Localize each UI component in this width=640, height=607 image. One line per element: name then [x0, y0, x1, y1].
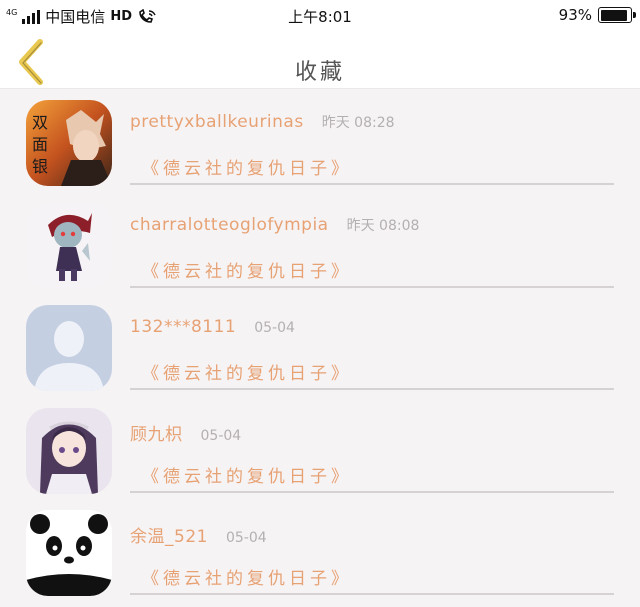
username[interactable]: 132***8111: [130, 317, 236, 337]
status-bar: 4G 中国电信 HD 上午8:01 93%: [0, 0, 640, 32]
username[interactable]: 顾九枳: [130, 420, 183, 445]
default-user-avatar-icon: [26, 305, 112, 391]
avatar[interactable]: [26, 305, 112, 391]
meta-line: prettyxballkeurinas 昨天 08:28: [130, 112, 395, 132]
username[interactable]: prettyxballkeurinas: [130, 112, 304, 132]
status-time: 上午8:01: [288, 8, 352, 26]
book-title[interactable]: 《德云社的复仇日子》: [142, 359, 352, 384]
username[interactable]: charralotteoglofympia: [130, 215, 329, 235]
meta-line: 余温_521 05-04: [130, 522, 267, 547]
timestamp: 05-04: [254, 320, 295, 336]
timestamp: 05-04: [225, 530, 267, 546]
avatar[interactable]: [26, 510, 112, 596]
game-figure-avatar-icon: [26, 202, 112, 289]
favorites-list: 双 面 银 prettyxballkeurinas 昨天 08:28 《德云社的…: [0, 90, 640, 603]
divider: [130, 388, 614, 390]
timestamp: 昨天 08:08: [346, 217, 420, 234]
anime-character-avatar-icon: 双 面 银: [26, 100, 112, 186]
list-item[interactable]: charralotteoglofympia 昨天 08:08 《德云社的复仇日子…: [0, 193, 640, 296]
list-item[interactable]: 余温_521 05-04 《德云社的复仇日子》: [0, 500, 640, 603]
divider: [130, 285, 614, 288]
battery-percent: 93%: [558, 6, 592, 24]
panda-avatar-icon: [26, 510, 112, 596]
avatar[interactable]: 双 面 银: [26, 100, 112, 186]
page-title: 收藏: [294, 60, 345, 85]
book-title[interactable]: 《德云社的复仇日子》: [142, 257, 352, 282]
meta-line: 顾九枳 05-04: [130, 420, 241, 445]
book-title[interactable]: 《德云社的复仇日子》: [142, 462, 352, 487]
divider: [130, 490, 614, 493]
divider: [130, 183, 614, 185]
divider: [130, 593, 614, 595]
status-right: 93%: [558, 6, 636, 24]
avatar[interactable]: [26, 407, 112, 494]
anime-girl-avatar-icon: [26, 407, 112, 494]
battery-icon: [598, 7, 636, 23]
list-item[interactable]: 双 面 银 prettyxballkeurinas 昨天 08:28 《德云社的…: [0, 90, 640, 193]
meta-line: 132***8111 05-04: [130, 317, 295, 337]
timestamp: 05-04: [200, 427, 242, 444]
book-title[interactable]: 《德云社的复仇日子》: [142, 154, 352, 179]
username[interactable]: 余温_521: [130, 522, 208, 547]
svg-text:银: 银: [32, 157, 48, 176]
nav-bar: 收藏: [0, 32, 640, 89]
timestamp: 昨天 08:28: [321, 115, 395, 131]
list-item[interactable]: 132***8111 05-04 《德云社的复仇日子》: [0, 295, 640, 398]
svg-text:面: 面: [32, 135, 48, 154]
meta-line: charralotteoglofympia 昨天 08:08: [130, 215, 419, 235]
svg-text:双: 双: [32, 113, 48, 132]
avatar[interactable]: [26, 202, 112, 289]
book-title[interactable]: 《德云社的复仇日子》: [142, 564, 352, 589]
list-item[interactable]: 顾九枳 05-04 《德云社的复仇日子》: [0, 398, 640, 501]
